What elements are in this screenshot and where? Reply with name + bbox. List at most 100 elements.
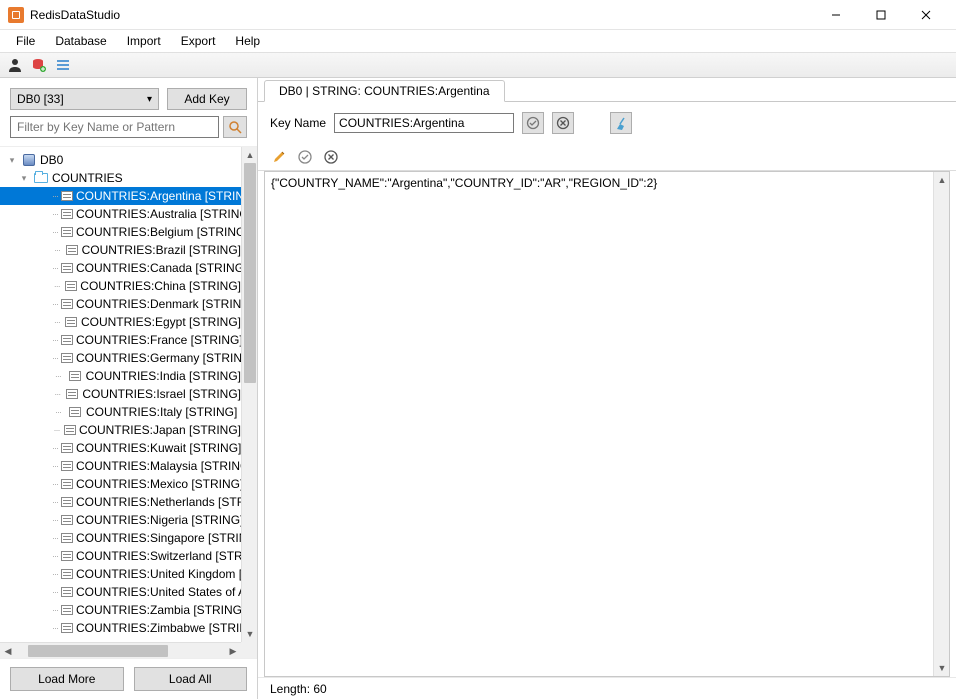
- db-add-icon[interactable]: [30, 56, 48, 74]
- filter-input[interactable]: [10, 116, 219, 138]
- user-icon[interactable]: [6, 56, 24, 74]
- menu-help[interactable]: Help: [225, 32, 270, 50]
- delete-key-button[interactable]: [552, 112, 574, 134]
- tree-key-item[interactable]: ···COUNTRIES:Singapore [STRING]: [0, 529, 241, 547]
- tree-key-item[interactable]: ···COUNTRIES:Zambia [STRING]: [0, 601, 241, 619]
- tree-key-item[interactable]: ···COUNTRIES:Switzerland [STRING]: [0, 547, 241, 565]
- tree-key-item[interactable]: ···COUNTRIES:Kuwait [STRING]: [0, 439, 241, 457]
- tree-key-item[interactable]: ···COUNTRIES:Malaysia [STRING]: [0, 457, 241, 475]
- tree-connector-icon: ···: [52, 299, 58, 309]
- tree-key-item[interactable]: ···COUNTRIES:Brazil [STRING]: [0, 241, 241, 259]
- load-more-button[interactable]: Load More: [10, 667, 124, 691]
- tree-container: ▾DB0▾COUNTRIES···COUNTRIES:Argentina [ST…: [0, 146, 257, 658]
- check-circle-icon: [297, 149, 313, 165]
- tree-node-label: COUNTRIES:Canada [STRING]: [76, 261, 241, 275]
- tree-key-item[interactable]: ···COUNTRIES:Denmark [STRING]: [0, 295, 241, 313]
- pencil-icon: [271, 149, 287, 165]
- key-icon: [61, 603, 73, 617]
- menu-database[interactable]: Database: [45, 32, 116, 50]
- tree-connector-icon: ···: [52, 335, 58, 345]
- key-icon: [61, 297, 73, 311]
- tree-key-item[interactable]: ···COUNTRIES:China [STRING]: [0, 277, 241, 295]
- tree-key-item[interactable]: ···COUNTRIES:Zimbabwe [STRING]: [0, 619, 241, 637]
- tree-key-item[interactable]: ···COUNTRIES:France [STRING]: [0, 331, 241, 349]
- scroll-right-arrow-icon[interactable]: ▶: [225, 643, 241, 658]
- tree-key-item[interactable]: ···COUNTRIES:Australia [STRING]: [0, 205, 241, 223]
- maximize-button[interactable]: [858, 0, 903, 30]
- scroll-up-arrow-icon[interactable]: ▲: [242, 147, 257, 163]
- minimize-button[interactable]: [813, 0, 858, 30]
- tree-root-db[interactable]: ▾DB0: [0, 151, 241, 169]
- load-all-button[interactable]: Load All: [134, 667, 248, 691]
- tree-node-label: COUNTRIES:Kuwait [STRING]: [76, 441, 241, 455]
- main-area: DB0 [33] ▾ Add Key ▾DB0▾COUNTRIES···COUN…: [0, 78, 956, 699]
- tree-key-item[interactable]: ···COUNTRIES:United Kingdom [STRING]: [0, 565, 241, 583]
- apply-keyname-button[interactable]: [522, 112, 544, 134]
- key-icon: [61, 189, 73, 203]
- app-icon: [8, 7, 24, 23]
- add-key-button[interactable]: Add Key: [167, 88, 247, 110]
- menu-export[interactable]: Export: [171, 32, 226, 50]
- filter-search-button[interactable]: [223, 116, 247, 138]
- tab-key[interactable]: DB0 | STRING: COUNTRIES:Argentina: [264, 80, 505, 102]
- tree-key-item[interactable]: ···COUNTRIES:India [STRING]: [0, 367, 241, 385]
- tree-key-item[interactable]: ···COUNTRIES:Israel [STRING]: [0, 385, 241, 403]
- tree-key-item[interactable]: ···COUNTRIES:Belgium [STRING]: [0, 223, 241, 241]
- tree-toggle-icon[interactable]: ▾: [6, 155, 18, 166]
- menubar: File Database Import Export Help: [0, 30, 956, 52]
- menu-import[interactable]: Import: [117, 32, 171, 50]
- tree-connector-icon: ···: [52, 371, 64, 381]
- tree-horizontal-scrollbar[interactable]: ◀ ▶: [0, 642, 241, 658]
- scroll-down-arrow-icon[interactable]: ▼: [242, 626, 257, 642]
- tree-key-item[interactable]: ···COUNTRIES:Netherlands [STRING]: [0, 493, 241, 511]
- tree-folder-countries[interactable]: ▾COUNTRIES: [0, 169, 241, 187]
- db-selector[interactable]: DB0 [33] ▾: [10, 88, 159, 110]
- clean-button[interactable]: [610, 112, 632, 134]
- tree-toggle-icon[interactable]: ▾: [18, 173, 30, 184]
- tree-key-item[interactable]: ···COUNTRIES:Canada [STRING]: [0, 259, 241, 277]
- key-icon: [61, 207, 73, 221]
- tree-connector-icon: ···: [52, 623, 58, 633]
- list-icon[interactable]: [54, 56, 72, 74]
- tree-connector-icon: ···: [52, 245, 62, 255]
- cancel-value-button[interactable]: [322, 148, 340, 166]
- key-name-input[interactable]: [334, 113, 514, 133]
- scroll-left-arrow-icon[interactable]: ◀: [0, 643, 16, 658]
- tree-node-label: COUNTRIES:Australia [STRING]: [76, 207, 241, 221]
- tree-key-item[interactable]: ···COUNTRIES:Germany [STRING]: [0, 349, 241, 367]
- key-icon: [61, 513, 73, 527]
- value-vertical-scrollbar[interactable]: ▲ ▼: [933, 172, 949, 676]
- scroll-down-arrow-icon[interactable]: ▼: [934, 660, 950, 676]
- tree-node-label: COUNTRIES:Nigeria [STRING]: [76, 513, 241, 527]
- content-pane: DB0 | STRING: COUNTRIES:Argentina Key Na…: [258, 78, 956, 699]
- key-icon: [61, 225, 73, 239]
- tree-key-item[interactable]: ···COUNTRIES:Argentina [STRING]: [0, 187, 241, 205]
- scroll-thumb[interactable]: [28, 645, 168, 657]
- db-selector-value: DB0 [33]: [17, 92, 64, 106]
- edit-value-button[interactable]: [270, 148, 288, 166]
- tree-node-label: COUNTRIES:Zambia [STRING]: [76, 603, 241, 617]
- tree-node-label: COUNTRIES:Singapore [STRING]: [76, 531, 241, 545]
- close-button[interactable]: [903, 0, 948, 30]
- tree-key-item[interactable]: ···COUNTRIES:Mexico [STRING]: [0, 475, 241, 493]
- value-area[interactable]: {"COUNTRY_NAME":"Argentina","COUNTRY_ID"…: [264, 171, 950, 677]
- tree-key-item[interactable]: ···COUNTRIES:Italy [STRING]: [0, 403, 241, 421]
- tree-vertical-scrollbar[interactable]: ▲ ▼: [241, 147, 257, 642]
- tree-node-label: COUNTRIES:Egypt [STRING]: [81, 315, 241, 329]
- tree-key-item[interactable]: ···COUNTRIES:Nigeria [STRING]: [0, 511, 241, 529]
- scroll-thumb[interactable]: [244, 163, 256, 383]
- tree-connector-icon: ···: [52, 425, 61, 435]
- tree-key-item[interactable]: ···COUNTRIES:United States of America [S…: [0, 583, 241, 601]
- tree-node-label: COUNTRIES:Netherlands [STRING]: [76, 495, 241, 509]
- window-title: RedisDataStudio: [30, 8, 813, 22]
- key-tree[interactable]: ▾DB0▾COUNTRIES···COUNTRIES:Argentina [ST…: [0, 147, 241, 642]
- apply-value-button[interactable]: [296, 148, 314, 166]
- tree-key-item[interactable]: ···COUNTRIES:Japan [STRING]: [0, 421, 241, 439]
- scroll-up-arrow-icon[interactable]: ▲: [934, 172, 950, 188]
- tree-connector-icon: ···: [52, 569, 58, 579]
- key-icon: [61, 567, 73, 581]
- broom-icon: [614, 116, 628, 130]
- tree-node-label: COUNTRIES:Mexico [STRING]: [76, 477, 241, 491]
- tree-key-item[interactable]: ···COUNTRIES:Egypt [STRING]: [0, 313, 241, 331]
- menu-file[interactable]: File: [6, 32, 45, 50]
